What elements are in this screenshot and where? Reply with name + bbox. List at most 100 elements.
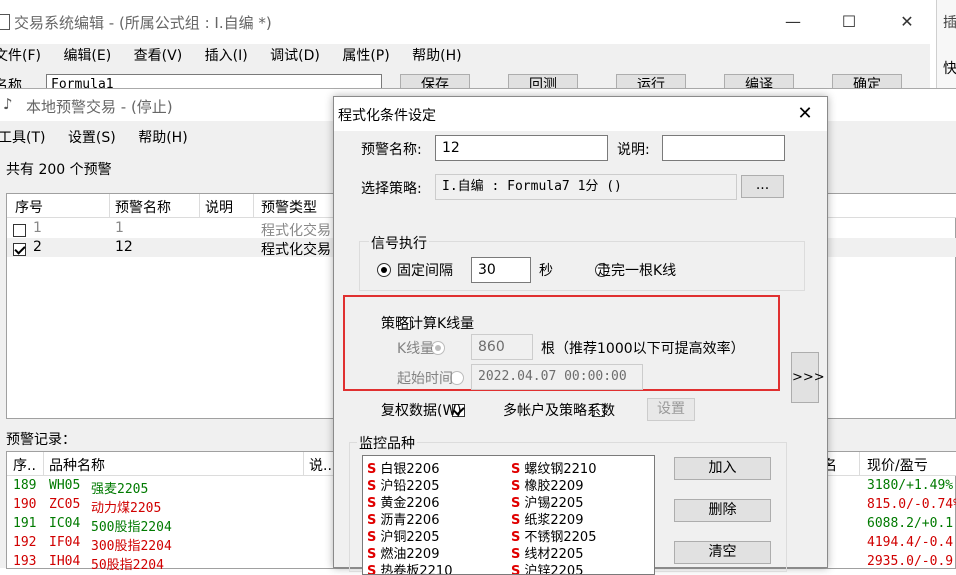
- record-id: 189: [13, 478, 37, 493]
- fixed-interval-radio[interactable]: [377, 263, 391, 277]
- bell-icon: ♪: [3, 95, 13, 113]
- row-id: 2: [33, 239, 42, 255]
- rec-col-price[interactable]: 现价/盈亏: [867, 455, 928, 475]
- col-divider: [859, 452, 860, 476]
- rec-col-name[interactable]: 品种名称: [49, 455, 105, 475]
- add-button[interactable]: 加入: [674, 457, 771, 480]
- settings-button[interactable]: 设置: [647, 398, 695, 421]
- record-id: 192: [13, 535, 37, 550]
- editor-menubar: 文件(F) 编辑(E) 查看(V) 插入(I) 调试(D) 属性(P) 帮助(H…: [0, 45, 480, 67]
- editor-titlebar: 交易系统编辑 - (所属公式组 : I.自编 *) — ☐ ✕: [0, 0, 930, 44]
- expand-button[interactable]: >>>: [791, 352, 825, 403]
- record-name: 500股指2204: [91, 520, 172, 535]
- symbol-s-icon: S: [367, 564, 377, 575]
- delete-button[interactable]: 删除: [674, 499, 771, 522]
- fixed-interval-label[interactable]: 固定间隔: [397, 260, 453, 280]
- record-id: 193: [13, 554, 37, 569]
- col-divider: [43, 452, 44, 476]
- desc-input[interactable]: [662, 135, 785, 161]
- record-code: WH05: [49, 478, 81, 493]
- record-name: 300股指2204: [91, 539, 172, 554]
- record-name: 强麦2205: [91, 482, 149, 497]
- bar-count-label: K线量: [397, 341, 435, 357]
- rec-col-id[interactable]: 序..: [13, 455, 36, 475]
- col-divider: [253, 194, 254, 218]
- signal-group-label: 信号执行: [369, 233, 429, 253]
- dialog-titlebar: 程式化条件设定 ✕: [334, 97, 827, 131]
- menu-file[interactable]: 文件(F): [0, 48, 41, 64]
- row-type: 程式化交易: [261, 223, 331, 239]
- bar-count-input[interactable]: 860: [471, 334, 533, 360]
- menu-insert[interactable]: 插入(I): [205, 48, 248, 64]
- clear-button[interactable]: 清空: [674, 541, 771, 564]
- menu-help[interactable]: 帮助(H): [412, 48, 461, 64]
- menu-tools[interactable]: 工具(T): [0, 130, 45, 146]
- menu-settings[interactable]: 设置(S): [68, 130, 116, 146]
- calc-bars-label[interactable]: 策略计算K线量: [381, 313, 474, 333]
- right-edge-text-2: 快: [943, 61, 956, 77]
- menu-view[interactable]: 查看(V): [134, 48, 183, 64]
- row-id: 1: [33, 220, 42, 236]
- menu-debug[interactable]: 调试(D): [270, 48, 320, 64]
- record-id: 190: [13, 497, 37, 512]
- row-checkbox[interactable]: [13, 223, 26, 237]
- col-id[interactable]: 序号: [15, 197, 43, 217]
- col-name[interactable]: 预警名称: [115, 197, 171, 217]
- monitor-list[interactable]: S 白银2206 S 沪铅2205 S 黄金2206 S 沥青2206 S 沪铜2205 S 燃油22…: [362, 455, 655, 575]
- editor-window: 交易系统编辑 - (所属公式组 : I.自编 *) — ☐ ✕ 文件(F) 编辑…: [0, 0, 930, 96]
- alert-name-label: 预警名称:: [361, 142, 422, 158]
- record-code: IH04: [49, 554, 81, 569]
- row-type: 程式化交易: [261, 242, 331, 258]
- record-id: 191: [13, 516, 37, 531]
- bar-hint: 根（推荐1000以下可提高效率）: [541, 341, 745, 357]
- alert-count: 共有 200 个预警: [6, 162, 112, 178]
- maximize-button[interactable]: ☐: [826, 0, 872, 44]
- col-desc[interactable]: 说明: [205, 197, 233, 217]
- minimize-button[interactable]: —: [770, 0, 816, 44]
- condition-dialog: 程式化条件设定 ✕ 预警名称: 12 说明: 选择策略: I.自编 : Form…: [333, 96, 828, 575]
- multi-account-label[interactable]: 多帐户及策略系数: [503, 400, 615, 420]
- monitor-group-label: 监控品种: [357, 433, 417, 453]
- record-price: 815.0/-0.74%: [867, 497, 956, 512]
- record-price: 4194.4/-0.4: [867, 535, 954, 550]
- start-time-input[interactable]: 2022.04.07 00:00:00: [471, 364, 643, 390]
- records-label: 预警记录：: [6, 432, 76, 448]
- row-checkbox[interactable]: [13, 242, 26, 256]
- start-time-label: 起始时间: [397, 371, 453, 387]
- row-name: 1: [115, 220, 124, 236]
- app-icon: [0, 14, 10, 30]
- menu-alert-help[interactable]: 帮助(H): [138, 130, 187, 146]
- col-divider: [109, 194, 110, 218]
- record-code: IF04: [49, 535, 81, 550]
- col-divider: [303, 452, 304, 476]
- dialog-title: 程式化条件设定: [338, 108, 436, 124]
- right-edge-text-1: 插: [943, 15, 956, 31]
- record-code: ZC05: [49, 497, 81, 512]
- dialog-close-icon[interactable]: ✕: [790, 99, 820, 129]
- rights-label[interactable]: 复权数据(W): [381, 400, 462, 420]
- row-name: 12: [115, 239, 133, 255]
- editor-title: 交易系统编辑 - (所属公式组 : I.自编 *): [14, 14, 272, 32]
- browse-strategy-button[interactable]: ...: [741, 175, 784, 198]
- record-price: 2935.0/-0.9: [867, 554, 954, 569]
- strategy-field[interactable]: I.自编 : Formula7 1分 (): [435, 174, 737, 200]
- menu-property[interactable]: 属性(P): [342, 48, 389, 64]
- record-price: 6088.2/+0.1: [867, 516, 954, 531]
- desc-label: 说明:: [617, 142, 650, 158]
- record-name: 50股指2204: [91, 558, 164, 573]
- right-edge-window: 插 快: [936, 0, 956, 95]
- col-type[interactable]: 预警类型: [261, 197, 317, 217]
- record-code: IC04: [49, 516, 81, 531]
- menu-edit[interactable]: 编辑(E): [63, 48, 111, 64]
- close-button[interactable]: ✕: [884, 0, 930, 44]
- interval-input[interactable]: 30: [471, 257, 531, 283]
- seconds-label: 秒: [539, 263, 553, 279]
- rec-col-desc[interactable]: 说..: [309, 455, 332, 475]
- monitor-item-label: 沪锌2205: [524, 564, 584, 575]
- alert-name-input[interactable]: 12: [435, 135, 608, 161]
- strategy-label: 选择策略:: [361, 181, 422, 197]
- alert-title: 本地预警交易 - (停止): [26, 98, 173, 116]
- record-price: 3180/+1.49%: [867, 478, 954, 493]
- finish-bar-label[interactable]: 走完一根K线: [597, 260, 676, 280]
- symbol-s-icon: S: [511, 564, 521, 575]
